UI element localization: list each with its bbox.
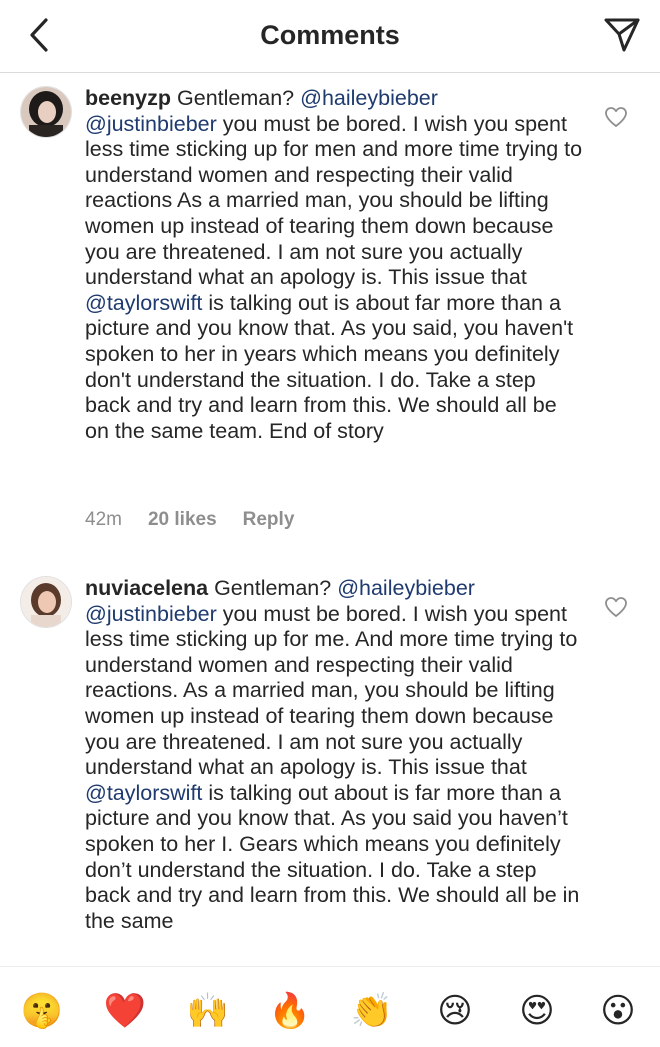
paper-plane-icon[interactable]: [602, 14, 642, 54]
comment-text-part: Gentleman?: [214, 576, 338, 600]
comment-text: beenyzp Gentleman? @haileybieber @justin…: [85, 86, 585, 444]
comment-text-part: you must be bored. I wish you spent less…: [85, 111, 583, 290]
heart-icon[interactable]: [604, 106, 628, 128]
mention-link[interactable]: @justinbieber: [85, 602, 217, 626]
comment-meta: 42m 20 likes Reply: [85, 509, 320, 531]
comment-username[interactable]: nuviacelena: [85, 576, 208, 600]
surprised-face-emoji-icon[interactable]: 😮: [596, 989, 640, 1033]
header-bar: Comments: [0, 0, 660, 73]
reply-button[interactable]: Reply: [243, 509, 295, 530]
mention-link[interactable]: @taylorswift: [85, 291, 202, 315]
crying-face-emoji-icon[interactable]: 😢: [433, 989, 477, 1033]
comment-time: 42m: [85, 509, 122, 530]
comment-text-part: you must be bored. I wish you spent less…: [85, 601, 578, 780]
comment-text: nuviacelena Gentleman? @haileybieber @ju…: [85, 576, 585, 934]
mention-link[interactable]: @taylorswift: [85, 781, 202, 805]
avatar[interactable]: [20, 576, 72, 628]
like-count[interactable]: 20 likes: [148, 509, 217, 530]
mention-link[interactable]: @haileybieber: [300, 86, 438, 110]
heart-eyes-emoji-icon[interactable]: 😍: [515, 989, 559, 1033]
heart-icon[interactable]: [604, 596, 628, 618]
emoji-reaction-bar: 🤫 ❤️ 🙌 🔥 👏 😢 😍 😮: [0, 966, 660, 1047]
mention-link[interactable]: @haileybieber: [337, 576, 475, 600]
red-heart-emoji-icon[interactable]: ❤️: [103, 989, 147, 1033]
raising-hands-emoji-icon[interactable]: 🙌: [186, 989, 230, 1033]
fire-emoji-icon[interactable]: 🔥: [268, 989, 312, 1033]
shushing-face-emoji-icon[interactable]: 🤫: [20, 989, 64, 1033]
mention-link[interactable]: @justinbieber: [85, 112, 217, 136]
avatar[interactable]: [20, 86, 72, 138]
comment-username[interactable]: beenyzp: [85, 86, 171, 110]
page-title: Comments: [260, 20, 400, 50]
clapping-hands-emoji-icon[interactable]: 👏: [350, 989, 394, 1033]
comment-text-part: Gentleman?: [177, 86, 301, 110]
